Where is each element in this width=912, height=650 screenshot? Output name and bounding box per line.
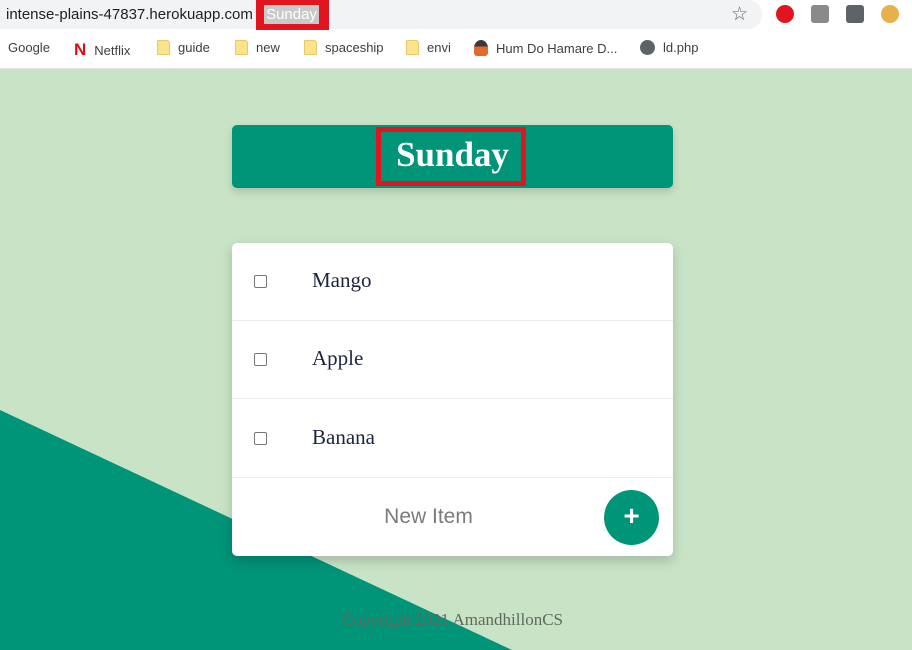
- item-checkbox[interactable]: [254, 353, 267, 366]
- list-item: Mango: [232, 243, 673, 321]
- bookmark-label: new: [256, 40, 280, 55]
- bookmarks-bar: Google N Netflix guide new spaceship env…: [0, 30, 912, 69]
- bookmark-label: Netflix: [94, 42, 131, 58]
- new-item-input[interactable]: New Item: [232, 479, 625, 555]
- item-label: Banana: [312, 425, 375, 449]
- puzzle-extension-icon[interactable]: [846, 5, 864, 23]
- netflix-icon: N: [74, 40, 87, 59]
- bookmark-ld-php[interactable]: ld.php: [640, 40, 698, 55]
- bookmark-spaceship[interactable]: spaceship: [304, 40, 384, 55]
- camera-extension-icon[interactable]: [811, 5, 829, 23]
- bookmark-label: guide: [178, 40, 210, 55]
- adblock-extension-icon[interactable]: [776, 5, 794, 23]
- bookmark-label: envi: [427, 40, 451, 55]
- item-label: Apple: [312, 346, 364, 370]
- bookmark-netflix[interactable]: N Netflix: [74, 40, 130, 60]
- item-label: Mango: [312, 268, 372, 292]
- item-checkbox[interactable]: [254, 275, 267, 288]
- folder-icon: [304, 40, 317, 55]
- item-checkbox[interactable]: [254, 432, 267, 445]
- bookmark-label: spaceship: [325, 40, 384, 55]
- bookmark-guide[interactable]: guide: [157, 40, 210, 55]
- list-item: Banana: [232, 400, 673, 478]
- bookmark-google[interactable]: Google: [0, 40, 50, 55]
- bookmark-label: Google: [8, 40, 50, 55]
- add-item-button[interactable]: +: [604, 490, 659, 545]
- todo-list-card: Mango Apple Banana New Item +: [232, 243, 673, 556]
- globe-icon: [640, 40, 655, 55]
- bookmark-envi[interactable]: envi: [406, 40, 451, 55]
- footer-copyright: Copyright 2021 AmandhillonCS: [341, 610, 564, 629]
- address-bar[interactable]: intense-plains-47837.herokuapp.com: [0, 0, 762, 29]
- bookmark-new[interactable]: new: [235, 40, 280, 55]
- browser-toolbar: intense-plains-47837.herokuapp.com Sunda…: [0, 0, 912, 30]
- site-icon: [474, 40, 488, 56]
- heading-box: Sunday: [232, 125, 673, 188]
- bookmark-star-icon[interactable]: ☆: [731, 3, 748, 26]
- tab-title: Sunday: [264, 5, 319, 24]
- bookmark-label: ld.php: [663, 40, 699, 55]
- url-text[interactable]: intense-plains-47837.herokuapp.com: [6, 6, 253, 23]
- page-body: Sunday Mango Apple Banana New Item + Cop…: [0, 70, 912, 650]
- folder-icon: [157, 40, 170, 55]
- folder-icon: [406, 40, 419, 55]
- page-title: Sunday: [396, 135, 509, 174]
- bookmark-hum-do-hamare[interactable]: Hum Do Hamare D...: [474, 40, 617, 56]
- bookmark-label: Hum Do Hamare D...: [496, 40, 618, 56]
- profile-extension-icon[interactable]: [881, 5, 899, 23]
- folder-icon: [235, 40, 248, 55]
- list-item: Apple: [232, 321, 673, 399]
